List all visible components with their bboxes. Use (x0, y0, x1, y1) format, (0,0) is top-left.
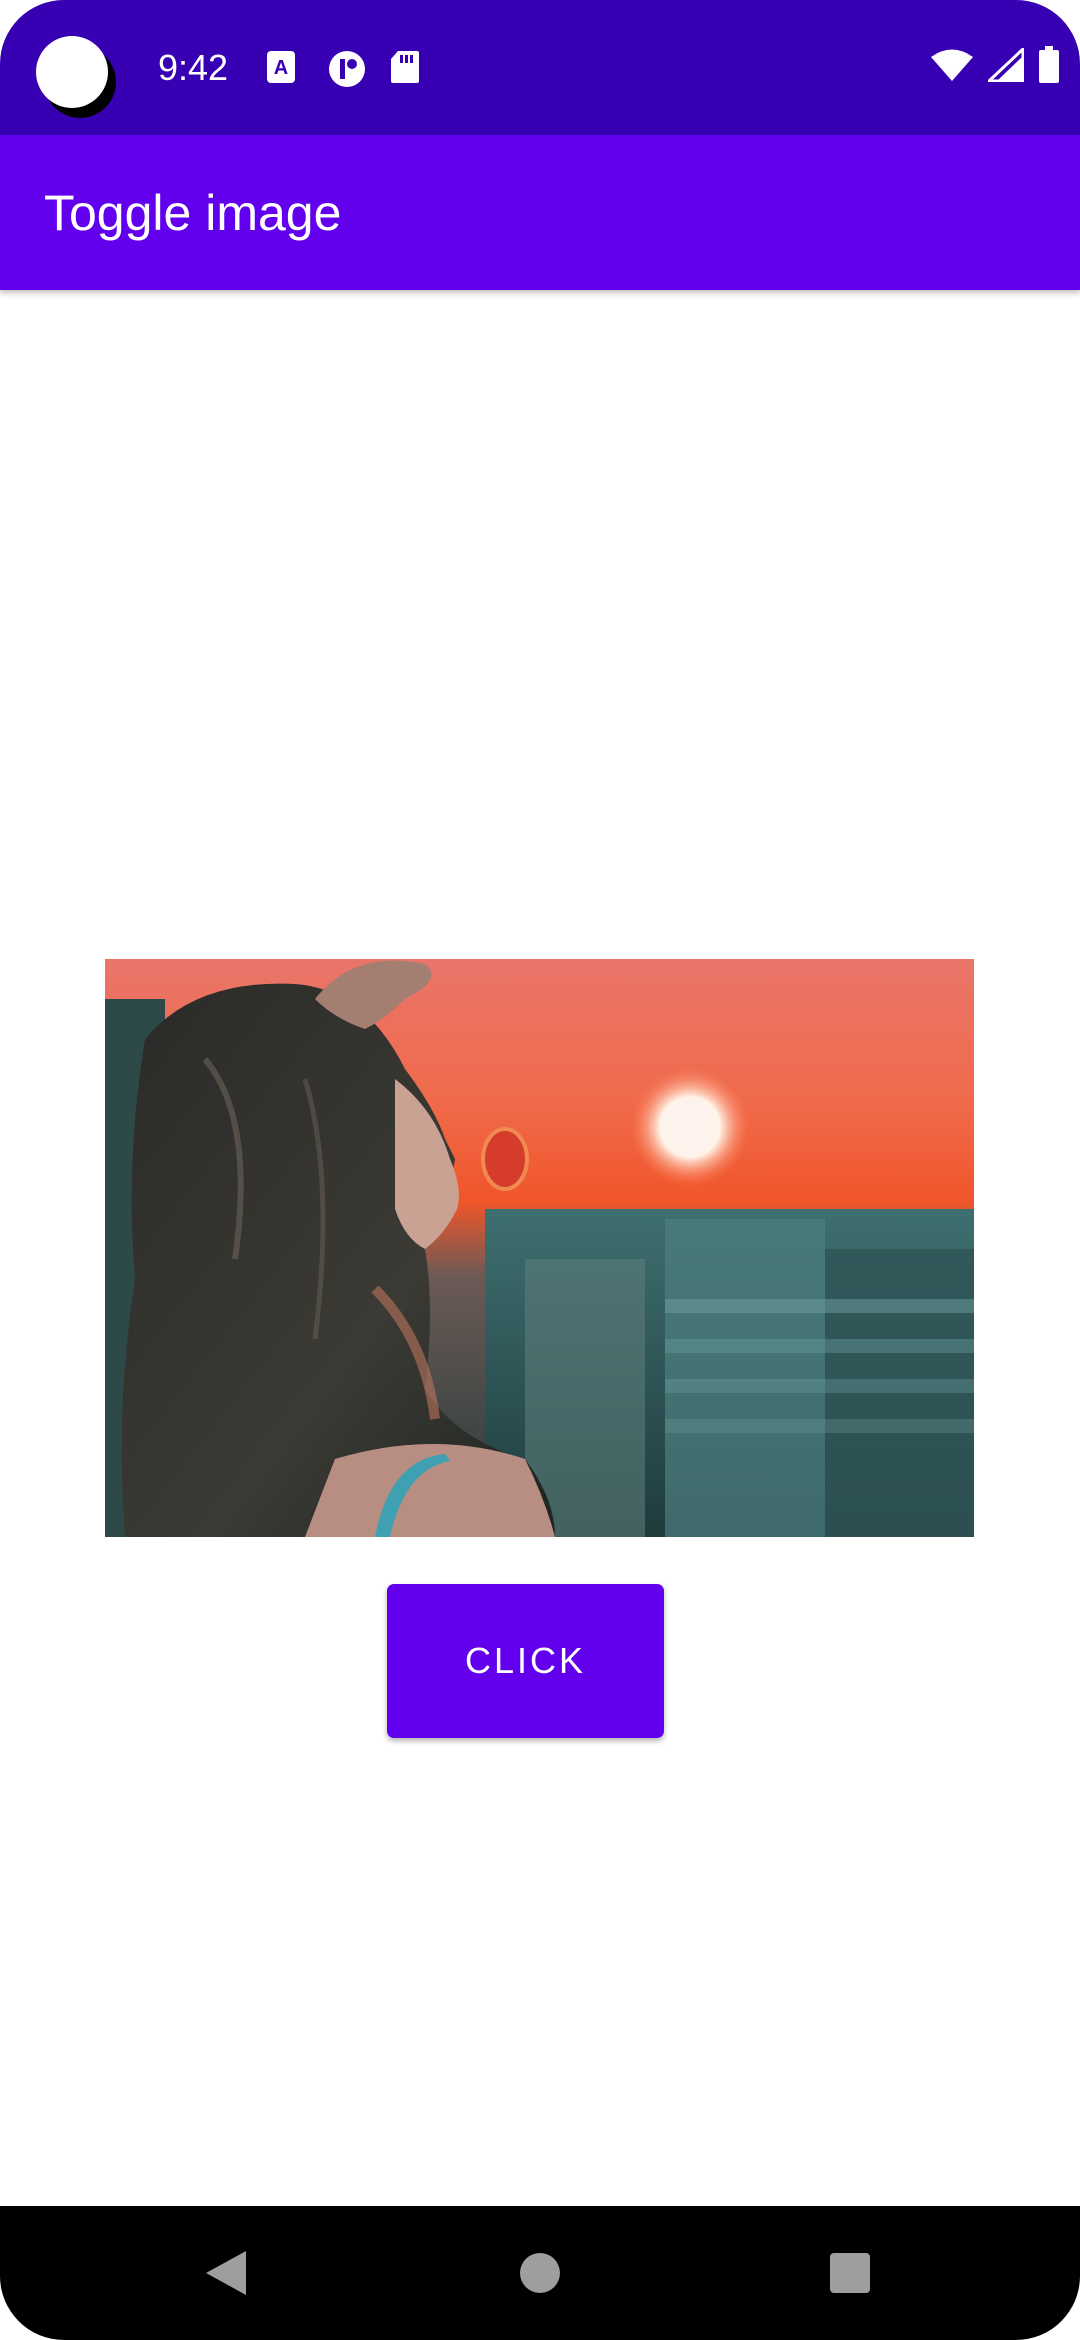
cell-signal-icon (985, 45, 1025, 87)
battery-icon (1038, 46, 1060, 89)
app-bar: Toggle image (0, 135, 1080, 290)
camera-cutout (36, 36, 108, 108)
app-title: Toggle image (44, 185, 342, 241)
wifi-icon (930, 48, 974, 87)
toggle-image (105, 959, 974, 1537)
back-icon[interactable] (166, 2206, 286, 2340)
recents-icon[interactable] (790, 2206, 910, 2340)
status-time: 9:42 (158, 47, 229, 88)
navigation-bar (0, 2206, 1080, 2340)
sd-card-icon (390, 50, 428, 88)
system-icons (930, 45, 1060, 89)
photo-woman-sunset (105, 959, 974, 1537)
home-icon[interactable] (480, 2206, 600, 2340)
notification-icons: A (266, 50, 428, 88)
a11y-text-icon: A (266, 50, 304, 88)
status-bar: 9:42 A (0, 0, 1080, 135)
circle-app-icon (328, 50, 366, 88)
click-button[interactable]: CLICK (387, 1584, 664, 1738)
svg-text:A: A (274, 57, 288, 79)
